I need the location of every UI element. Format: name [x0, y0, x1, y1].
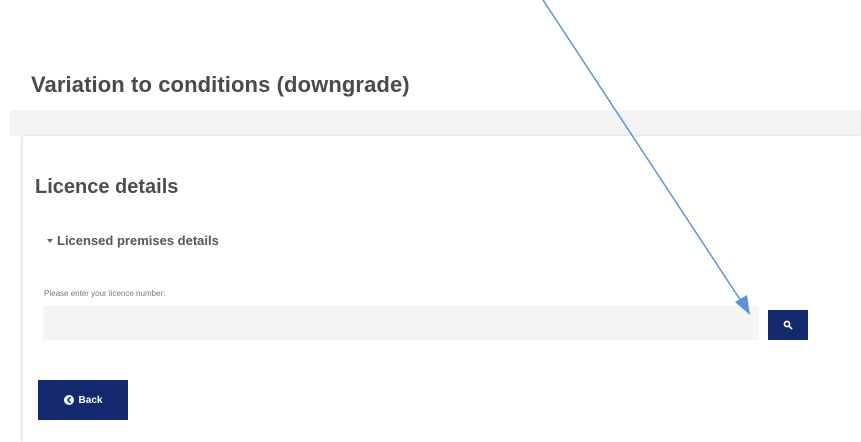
back-button[interactable]: Back: [38, 380, 128, 420]
page: Variation to conditions (downgrade) Lice…: [0, 0, 861, 442]
caret-down-icon: [47, 238, 53, 243]
page-title: Variation to conditions (downgrade): [31, 72, 410, 97]
licence-number-input[interactable]: [43, 306, 759, 340]
header-band: [10, 110, 861, 136]
accordion-licensed-premises[interactable]: Licensed premises details: [47, 233, 219, 248]
circle-arrow-left-icon: [63, 395, 74, 405]
back-label: Back: [78, 394, 103, 406]
accordion-label: Licensed premises details: [57, 233, 219, 248]
licence-number-label: Please enter your licence number:: [44, 289, 166, 298]
search-icon: [783, 320, 793, 330]
search-button[interactable]: [768, 310, 808, 340]
section-title: Licence details: [35, 176, 179, 198]
